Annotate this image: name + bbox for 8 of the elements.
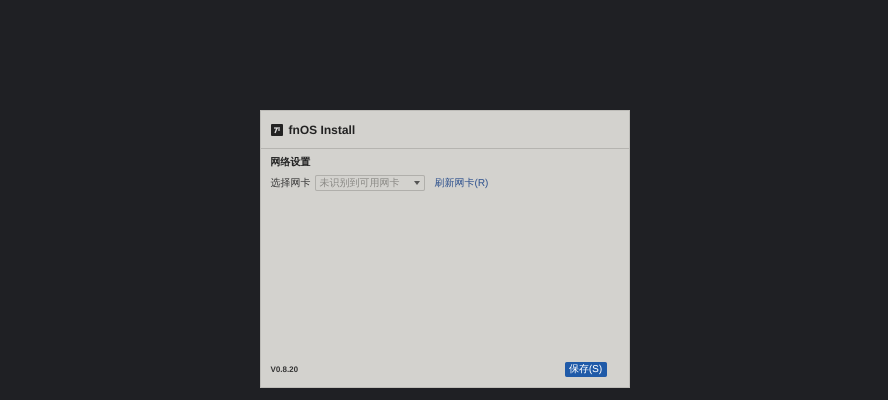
nic-label: 选择网卡 bbox=[270, 176, 310, 190]
save-button[interactable]: 保存(S) bbox=[564, 362, 606, 377]
refresh-link[interactable]: 刷新网卡(R) bbox=[434, 176, 488, 190]
caret-icon bbox=[414, 181, 420, 185]
section-heading: 网络设置 bbox=[270, 156, 312, 170]
version-label: V0.8.20 bbox=[270, 364, 298, 376]
logo-icon bbox=[270, 124, 282, 136]
window-title: fnOS Install bbox=[288, 122, 356, 138]
